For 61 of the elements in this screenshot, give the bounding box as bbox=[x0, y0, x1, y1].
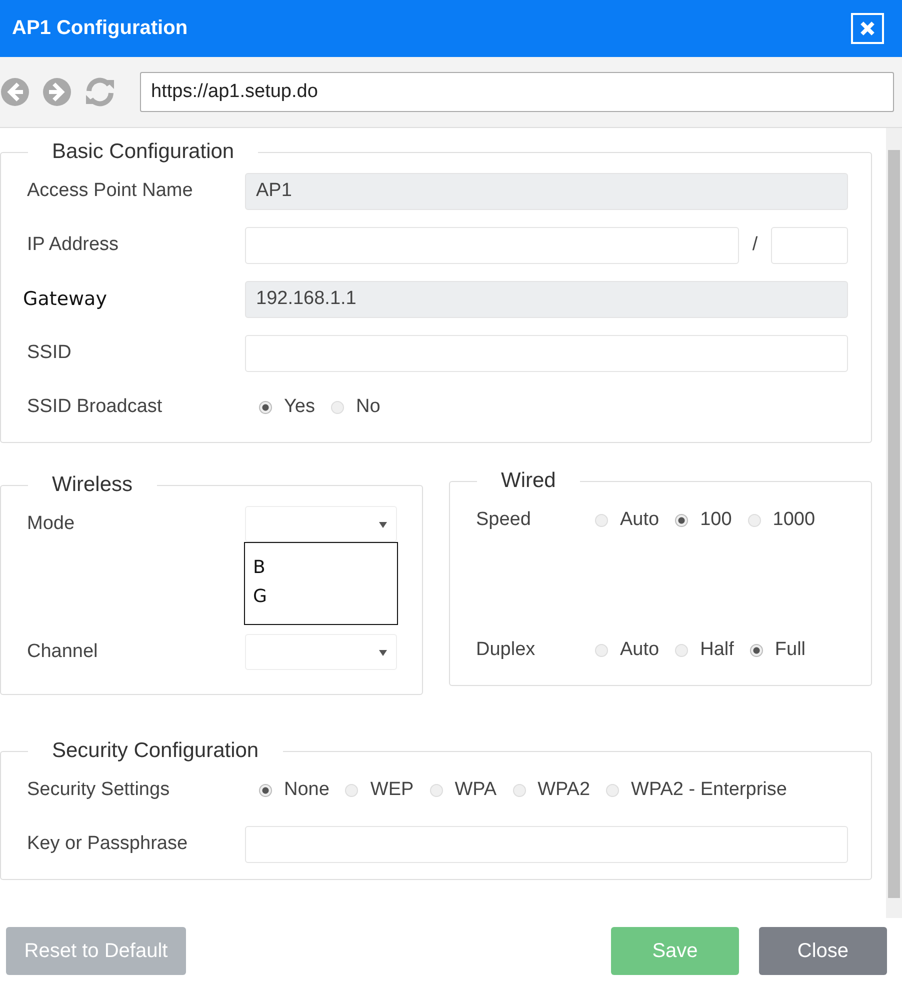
prefix-field[interactable] bbox=[771, 226, 848, 264]
close-icon[interactable] bbox=[851, 13, 884, 44]
list-option[interactable]: G bbox=[253, 582, 267, 611]
radio-button[interactable] bbox=[675, 644, 688, 656]
section-title: Basic Configuration bbox=[51, 140, 236, 164]
radio-button[interactable] bbox=[606, 784, 620, 796]
section-title: Security Configuration bbox=[51, 739, 260, 763]
option-label: Auto bbox=[620, 639, 660, 661]
field-label: Key or Passphrase bbox=[27, 833, 189, 855]
input-field[interactable] bbox=[245, 334, 848, 372]
option-list[interactable]: B G bbox=[244, 542, 398, 625]
field-label: IP Address bbox=[27, 234, 120, 256]
field-label: Mode bbox=[27, 513, 76, 535]
list-option[interactable]: B bbox=[253, 553, 266, 582]
field-label: Security Settings bbox=[27, 779, 171, 801]
option-label: 1000 bbox=[772, 509, 816, 531]
radio-button[interactable] bbox=[512, 784, 526, 796]
option-label: None bbox=[284, 779, 330, 801]
radio-button[interactable] bbox=[595, 644, 608, 656]
option-label: WPA2 bbox=[538, 779, 590, 801]
field-label: Access Point Name bbox=[27, 180, 194, 202]
radio-button[interactable] bbox=[259, 400, 272, 414]
caret-icon bbox=[379, 522, 387, 528]
option-label: Auto bbox=[620, 509, 660, 531]
field-label: SSID bbox=[27, 342, 72, 364]
field-label: Gateway bbox=[23, 288, 108, 310]
channel-dropdown[interactable] bbox=[245, 634, 397, 670]
close-button[interactable]: Close bbox=[759, 927, 887, 975]
field-label: Duplex bbox=[476, 639, 536, 661]
radio-button[interactable] bbox=[259, 784, 272, 796]
scrollbar[interactable] bbox=[886, 128, 902, 918]
section-title: Wired bbox=[500, 469, 557, 493]
ip-address-field[interactable] bbox=[245, 226, 739, 264]
option-label: Full bbox=[774, 639, 806, 661]
slash-separator: / bbox=[751, 234, 759, 256]
radio-button[interactable] bbox=[331, 400, 344, 414]
option-label: Half bbox=[700, 639, 734, 661]
radio-button[interactable] bbox=[750, 644, 763, 656]
radio-button[interactable] bbox=[595, 514, 608, 526]
caret-icon bbox=[379, 650, 387, 656]
address-field[interactable]: https://ap1.setup.do bbox=[140, 72, 894, 112]
scroll-thumb[interactable] bbox=[888, 150, 900, 898]
window-title: AP1 Configuration bbox=[12, 17, 188, 40]
input-field[interactable] bbox=[245, 826, 848, 862]
option-label: No bbox=[356, 396, 380, 418]
option-label: WPA2 - Enterprise bbox=[631, 779, 787, 801]
refresh-icon[interactable] bbox=[84, 77, 116, 107]
radio-button[interactable] bbox=[345, 784, 358, 796]
field-label: Channel bbox=[27, 641, 99, 663]
option-label: Yes bbox=[284, 396, 315, 418]
radio-button[interactable] bbox=[748, 514, 761, 526]
field-label: SSID Broadcast bbox=[27, 396, 164, 418]
option-label: 100 bbox=[700, 509, 732, 531]
forward-icon[interactable] bbox=[42, 77, 72, 107]
radio-button[interactable] bbox=[430, 784, 443, 796]
back-icon[interactable] bbox=[0, 77, 30, 107]
field-label: Speed bbox=[476, 509, 532, 531]
option-label: WPA bbox=[454, 779, 497, 801]
option-label: WEP bbox=[370, 779, 414, 801]
section-title: Wireless bbox=[51, 473, 134, 497]
radio-button[interactable] bbox=[675, 514, 688, 526]
